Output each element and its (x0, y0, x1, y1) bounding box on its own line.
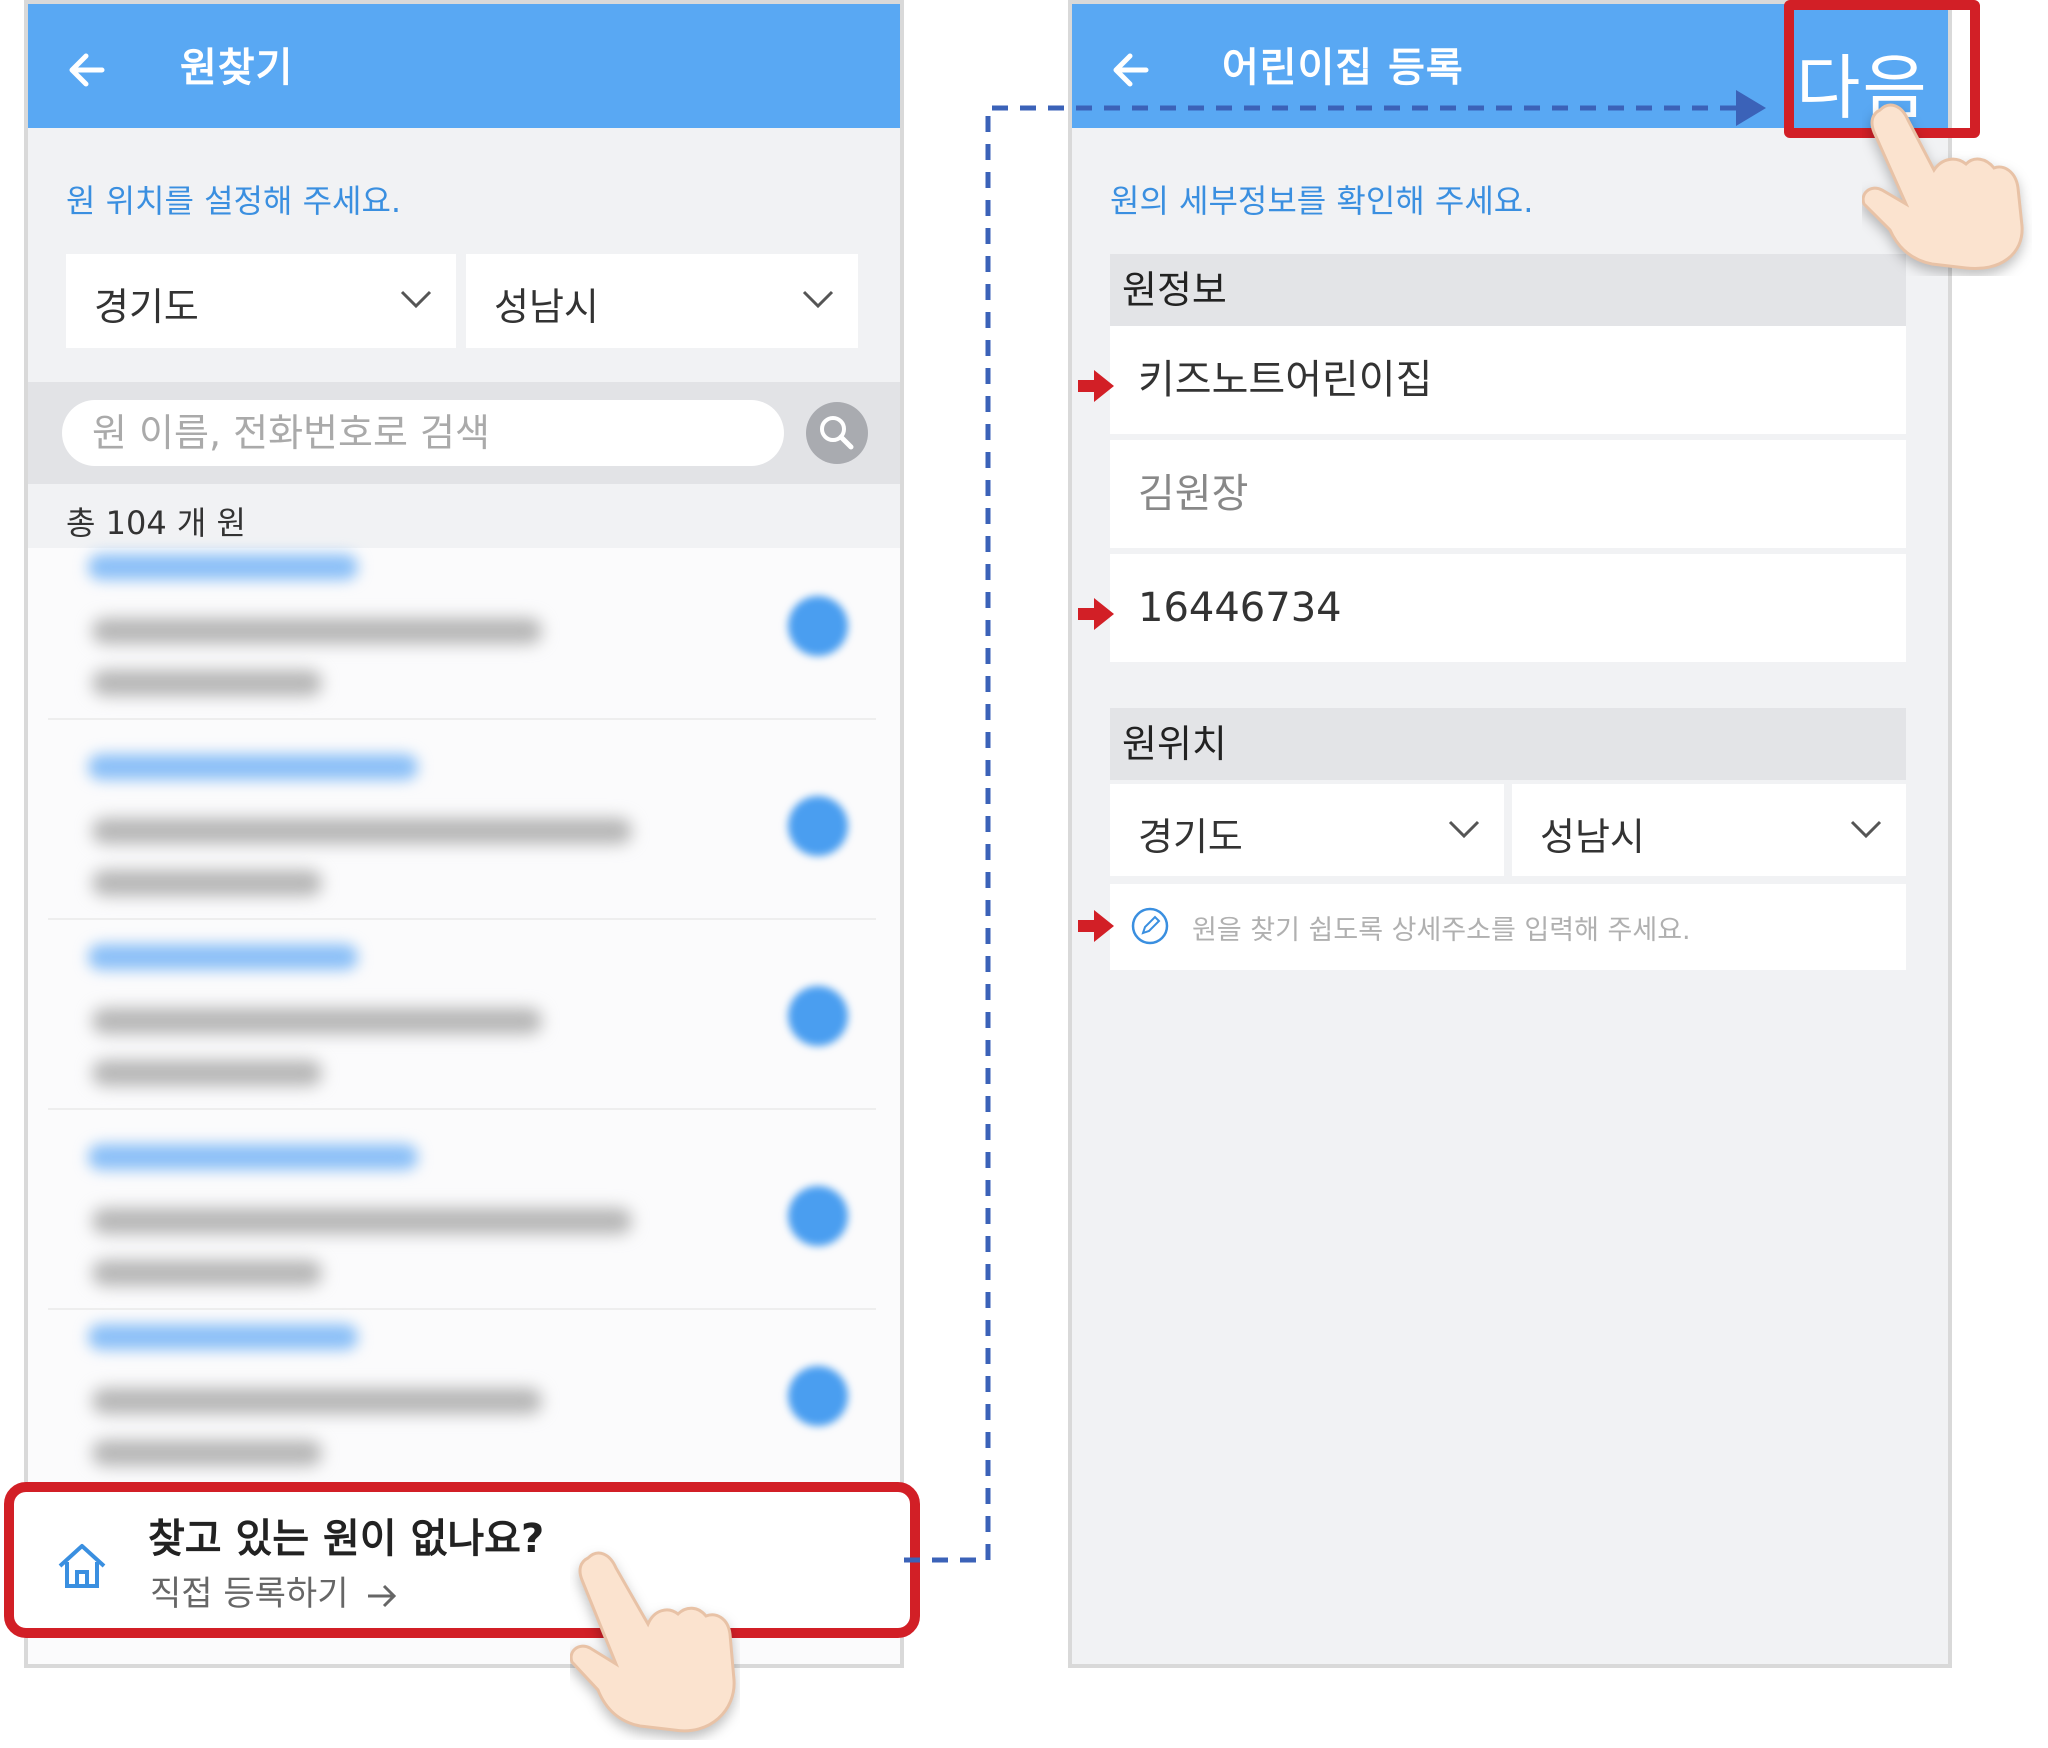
pointing-hand-icon (1862, 103, 2024, 271)
pointing-hand-icon (570, 1551, 736, 1733)
flow-connector-arrow (904, 90, 1766, 1563)
